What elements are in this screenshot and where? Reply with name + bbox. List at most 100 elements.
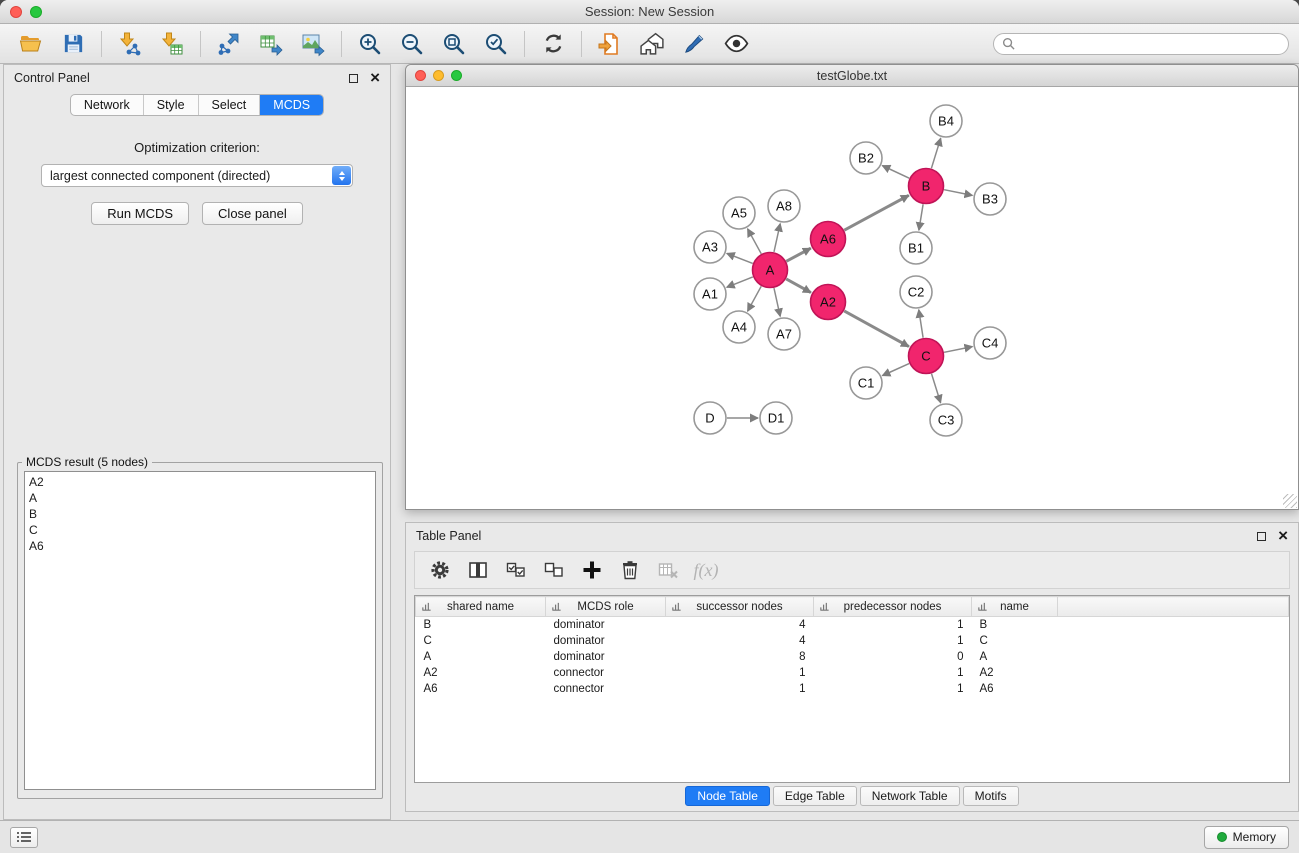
network-zoom-button[interactable]	[451, 70, 462, 81]
unselect-all-button[interactable]	[537, 555, 571, 585]
mcds-result-item[interactable]: C	[29, 522, 371, 538]
zoom-window-button[interactable]	[30, 6, 42, 18]
graphics-details-button[interactable]	[715, 27, 757, 61]
table-row[interactable]: A6connector11A6	[416, 681, 1289, 697]
table-row[interactable]: Adominator80A	[416, 649, 1289, 665]
function-builder-button[interactable]: f(x)	[689, 555, 723, 585]
graph-node-A7[interactable]: A7	[768, 318, 800, 350]
graph-edge-A2-C[interactable]	[844, 311, 909, 347]
table-row[interactable]: Cdominator41C	[416, 633, 1289, 649]
graph-node-C2[interactable]: C2	[900, 276, 932, 308]
optimization-criterion-select[interactable]: largest connected component (directed)	[41, 164, 353, 187]
table-row[interactable]: Bdominator41B	[416, 617, 1289, 633]
graph-edge-A-A1[interactable]	[727, 277, 753, 287]
graph-node-C4[interactable]: C4	[974, 327, 1006, 359]
annotation-pen-button[interactable]	[673, 27, 715, 61]
column-header-shared-name[interactable]: shared name	[416, 597, 546, 617]
column-header-name[interactable]: name	[972, 597, 1058, 617]
graph-node-A1[interactable]: A1	[694, 278, 726, 310]
tab-network-table[interactable]: Network Table	[860, 786, 960, 806]
graph-edge-C-C1[interactable]	[882, 364, 909, 376]
graph-node-A8[interactable]: A8	[768, 190, 800, 222]
graph-edge-B-B3[interactable]	[944, 190, 972, 196]
column-header-successor-nodes[interactable]: successor nodes	[666, 597, 814, 617]
graph-edge-C-C3[interactable]	[932, 374, 941, 403]
graph-node-C3[interactable]: C3	[930, 404, 962, 436]
run-mcds-button[interactable]: Run MCDS	[91, 202, 189, 225]
tab-edge-table[interactable]: Edge Table	[773, 786, 857, 806]
network-canvas[interactable]: AA1A2A3A4A5A6A7A8BB1B2B3B4CC1C2C3C4DD1	[406, 87, 1298, 509]
graph-edge-A-A2[interactable]	[786, 279, 811, 293]
zoom-selected-button[interactable]	[475, 27, 517, 61]
float-panel-icon[interactable]	[349, 74, 358, 83]
graph-edge-A-A4[interactable]	[748, 286, 762, 311]
graph-node-A5[interactable]: A5	[723, 197, 755, 229]
window-resize-grip[interactable]	[1283, 494, 1297, 508]
export-network-button[interactable]	[208, 27, 250, 61]
graph-node-B3[interactable]: B3	[974, 183, 1006, 215]
close-panel-button[interactable]: Close panel	[202, 202, 303, 225]
column-header-predecessor-nodes[interactable]: predecessor nodes	[814, 597, 972, 617]
close-panel-icon[interactable]: ×	[370, 72, 380, 84]
graph-node-D[interactable]: D	[694, 402, 726, 434]
graph-edge-A6-B[interactable]	[844, 195, 909, 230]
search-box[interactable]	[993, 33, 1289, 55]
graph-edge-A-A7[interactable]	[774, 288, 780, 316]
graph-edge-C-C4[interactable]	[944, 347, 972, 353]
graph-node-D1[interactable]: D1	[760, 402, 792, 434]
export-image-button[interactable]	[292, 27, 334, 61]
delete-column-button[interactable]	[613, 555, 647, 585]
graph-node-C[interactable]: C	[909, 339, 944, 374]
export-table-button[interactable]	[250, 27, 292, 61]
close-table-panel-icon[interactable]: ×	[1278, 530, 1288, 542]
save-session-button[interactable]	[52, 27, 94, 61]
mcds-result-item[interactable]: A2	[29, 474, 371, 490]
search-input[interactable]	[1020, 37, 1280, 51]
float-table-panel-icon[interactable]	[1257, 532, 1266, 541]
mcds-result-list[interactable]: A2ABCA6	[24, 471, 376, 790]
graph-node-B4[interactable]: B4	[930, 105, 962, 137]
show-columns-button[interactable]	[461, 555, 495, 585]
graph-edge-B-B1[interactable]	[919, 204, 923, 230]
graph-node-A3[interactable]: A3	[694, 231, 726, 263]
delete-table-button[interactable]	[651, 555, 685, 585]
tab-style[interactable]: Style	[144, 95, 199, 115]
import-network-button[interactable]	[109, 27, 151, 61]
tab-mcds[interactable]: MCDS	[260, 95, 323, 115]
graph-node-B[interactable]: B	[909, 169, 944, 204]
network-minimize-button[interactable]	[433, 70, 444, 81]
import-document-button[interactable]	[589, 27, 631, 61]
import-table-button[interactable]	[151, 27, 193, 61]
table-settings-button[interactable]	[423, 555, 457, 585]
mcds-result-item[interactable]: B	[29, 506, 371, 522]
column-header-mcds-role[interactable]: MCDS role	[546, 597, 666, 617]
graph-edge-B-B4[interactable]	[931, 138, 940, 168]
graph-node-A4[interactable]: A4	[723, 311, 755, 343]
close-window-button[interactable]	[10, 6, 22, 18]
task-history-button[interactable]	[10, 827, 38, 848]
add-column-button[interactable]	[575, 555, 609, 585]
open-session-button[interactable]	[10, 27, 52, 61]
mcds-result-item[interactable]: A	[29, 490, 371, 506]
tab-network[interactable]: Network	[71, 95, 144, 115]
graph-edge-A-A8[interactable]	[774, 224, 780, 252]
network-window-titlebar[interactable]: testGlobe.txt	[406, 65, 1298, 87]
graph-node-A2[interactable]: A2	[811, 285, 846, 320]
zoom-fit-button[interactable]	[433, 27, 475, 61]
memory-button[interactable]: Memory	[1204, 826, 1289, 849]
table-row[interactable]: A2connector11A2	[416, 665, 1289, 681]
graph-edge-A-A5[interactable]	[748, 229, 762, 254]
graph-node-B1[interactable]: B1	[900, 232, 932, 264]
zoom-out-button[interactable]	[391, 27, 433, 61]
graph-edge-A-A3[interactable]	[727, 253, 753, 263]
graph-node-A6[interactable]: A6	[811, 222, 846, 257]
graph-node-C1[interactable]: C1	[850, 367, 882, 399]
network-close-button[interactable]	[415, 70, 426, 81]
tab-motifs[interactable]: Motifs	[963, 786, 1019, 806]
graph-edge-C-C2[interactable]	[919, 310, 923, 338]
welcome-screen-button[interactable]	[631, 27, 673, 61]
tab-select[interactable]: Select	[199, 95, 261, 115]
graph-node-A[interactable]: A	[753, 253, 788, 288]
zoom-in-button[interactable]	[349, 27, 391, 61]
mcds-result-item[interactable]: A6	[29, 538, 371, 554]
